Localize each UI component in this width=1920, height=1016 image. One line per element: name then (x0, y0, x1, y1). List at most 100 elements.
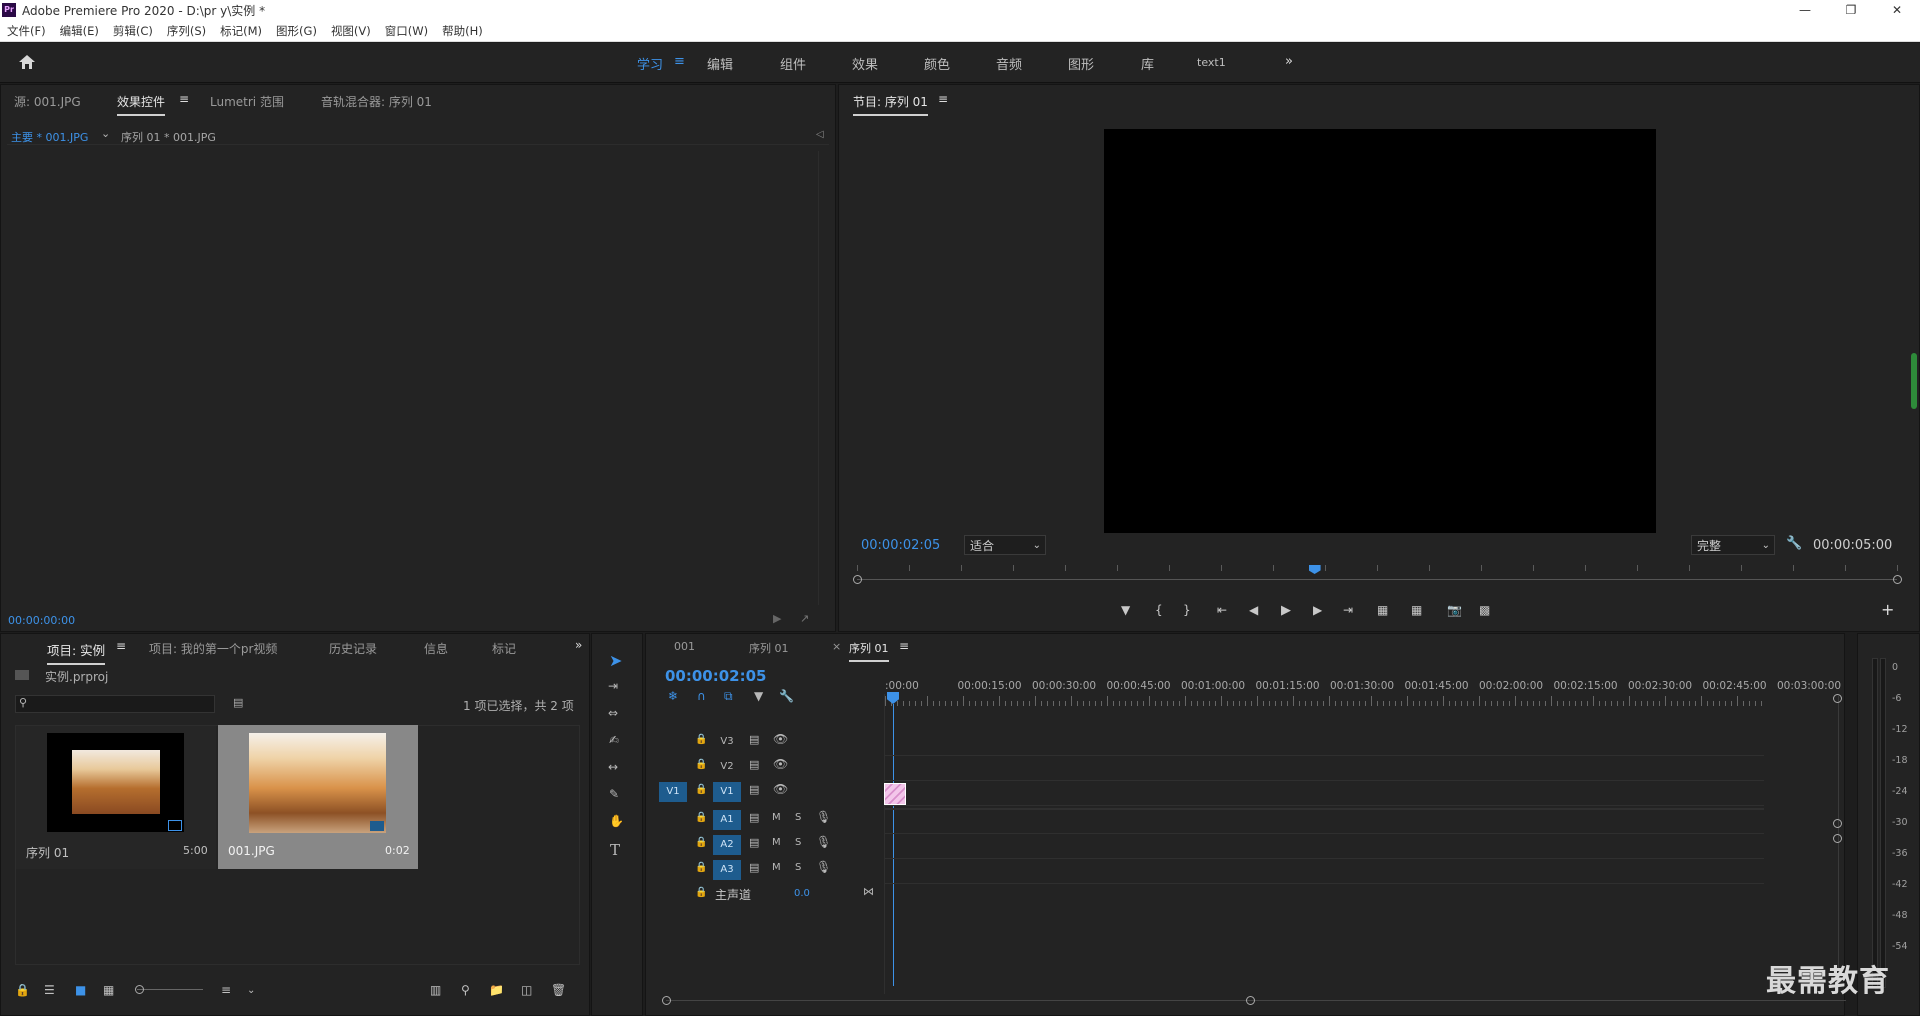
lock-icon[interactable]: 🔒 (695, 887, 707, 898)
timeline-tab-sequence-01-b[interactable]: 序列 01 (849, 640, 889, 662)
panel-overflow-icon[interactable]: » (575, 638, 582, 652)
microphone-icon[interactable]: 🎙 (816, 835, 831, 849)
razor-tool-icon[interactable]: ✍ (609, 733, 619, 747)
add-marker-icon[interactable]: ▼ (754, 689, 763, 703)
tab-project-main[interactable]: 项目: 实例 (47, 640, 106, 665)
tab-effect-controls[interactable]: 效果控件 (117, 93, 166, 116)
home-icon[interactable] (18, 54, 36, 70)
lock-icon[interactable]: 🔒 (15, 983, 30, 997)
menu-file[interactable]: 文件(F) (7, 23, 46, 39)
menu-view[interactable]: 视图(V) (331, 23, 371, 39)
sync-lock-icon[interactable]: ▤ (749, 811, 759, 824)
workspace-tab-learn[interactable]: 学习 (637, 54, 663, 73)
tab-markers[interactable]: 标记 (492, 640, 516, 657)
sync-lock-icon[interactable]: ▤ (749, 861, 759, 874)
go-to-out-icon[interactable]: ⇥ (1343, 603, 1353, 617)
track-select-tool-icon[interactable]: ⇥ (608, 679, 618, 693)
mute-button[interactable]: M (772, 862, 781, 873)
workspace-tab-effects[interactable]: 效果 (852, 54, 878, 73)
tab-lumetri-scopes[interactable]: Lumetri 范围 (210, 93, 284, 110)
track-target-a1[interactable]: A1 (713, 810, 741, 830)
lock-icon[interactable]: 🔒 (695, 812, 707, 823)
lock-icon[interactable]: 🔒 (695, 734, 707, 745)
play-icon[interactable]: ▶ (1281, 603, 1291, 618)
button-editor-plus-icon[interactable]: + (1881, 600, 1894, 619)
program-time-ruler[interactable] (857, 565, 1898, 575)
track-target-v1[interactable]: V1 (713, 782, 741, 802)
export-icon[interactable]: ↗ (800, 612, 809, 625)
sync-lock-icon[interactable]: ▤ (749, 733, 759, 746)
menu-sequence[interactable]: 序列(S) (167, 23, 206, 39)
program-zoom-bar[interactable] (857, 579, 1897, 580)
timeline-timecode[interactable]: 00:00:02:05 (665, 667, 767, 685)
zoom-handle-left[interactable] (853, 575, 862, 584)
hand-tool-icon[interactable]: ✋ (609, 814, 624, 828)
v-scroll-handle-bottom[interactable] (1833, 834, 1842, 843)
slip-tool-icon[interactable]: ↔ (608, 760, 618, 774)
project-search-input[interactable]: ⚲ (15, 695, 215, 713)
sync-lock-icon[interactable]: ▤ (749, 758, 759, 771)
workspace-tab-audio[interactable]: 音频 (996, 54, 1022, 73)
solo-button[interactable]: S (795, 837, 801, 848)
restore-icon[interactable]: ❐ (1828, 3, 1874, 17)
timeline-clip-001[interactable] (884, 783, 906, 805)
pen-tool-icon[interactable]: ✎ (609, 787, 619, 801)
snap-icon[interactable]: ∩ (697, 689, 706, 703)
new-item-icon[interactable]: ◫ (521, 983, 532, 997)
chevron-down-icon[interactable]: ⌄ (101, 127, 110, 140)
wrench-icon[interactable]: 🔧 (1786, 536, 1802, 551)
project-menu-icon[interactable]: ≡ (116, 639, 126, 653)
chevron-down-icon[interactable]: ⌄ (247, 985, 255, 996)
microphone-icon[interactable]: 🎙 (816, 860, 831, 874)
menu-window[interactable]: 窗口(W) (385, 23, 428, 39)
mark-in-icon[interactable]: { (1155, 603, 1163, 617)
workspace-tab-color[interactable]: 颜色 (924, 54, 950, 73)
export-frame-icon[interactable]: 📷 (1447, 603, 1462, 617)
timeline-tab-sequence-01-a[interactable]: 序列 01 (749, 640, 789, 656)
timeline-ruler[interactable]: :00:00 00:00:15:00 00:00:30:00 00:00:45:00 0… (885, 680, 1841, 708)
trash-icon[interactable]: 🗑 (551, 983, 566, 997)
microphone-icon[interactable]: 🎙 (816, 810, 831, 824)
project-item-image[interactable]: 001.JPG 0:02 (218, 725, 418, 869)
lock-icon[interactable]: 🔒 (695, 862, 707, 873)
mark-out-icon[interactable]: } (1183, 603, 1191, 617)
zoom-handle-right[interactable] (1893, 575, 1902, 584)
h-zoom-handle-left[interactable] (662, 996, 671, 1005)
go-to-in-icon[interactable]: ⇤ (1217, 603, 1227, 617)
eye-icon[interactable]: 👁 (773, 757, 788, 771)
master-clip-label[interactable]: 主要 * 001.JPG (11, 129, 88, 145)
quality-dropdown[interactable]: 完整 ⌄ (1691, 535, 1775, 555)
sort-icon[interactable]: ≡ (221, 983, 231, 997)
workspace-menu-icon[interactable]: ≡ (674, 54, 685, 69)
lock-icon[interactable]: 🔒 (695, 759, 707, 770)
nest-icon[interactable]: ❄ (668, 689, 678, 703)
workspace-tab-libraries[interactable]: 库 (1141, 54, 1154, 73)
list-view-icon[interactable]: ☰ (44, 983, 55, 997)
filter-icon[interactable]: ▶ (773, 612, 781, 625)
lift-icon[interactable]: ▦ (1377, 603, 1388, 617)
tab-audio-track-mixer[interactable]: 音轨混合器: 序列 01 (321, 93, 432, 110)
lock-icon[interactable]: 🔒 (695, 784, 707, 795)
source-patch-v1[interactable]: V1 (659, 782, 687, 802)
fit-dropdown[interactable]: 适合 ⌄ (964, 535, 1046, 555)
program-video-frame[interactable] (1104, 129, 1656, 533)
add-marker-icon[interactable]: ▼ (1121, 603, 1130, 617)
workspace-tab-custom[interactable]: text1 (1197, 56, 1226, 69)
workspace-tab-edit[interactable]: 编辑 (707, 54, 733, 73)
new-search-bin-icon[interactable]: ▤ (233, 696, 243, 709)
zoom-slider-handle[interactable] (135, 985, 144, 994)
timeline-menu-icon[interactable]: ≡ (899, 639, 909, 653)
selection-tool-icon[interactable]: ➤ (609, 651, 622, 670)
new-bin-icon[interactable]: 📁 (489, 983, 504, 997)
close-icon[interactable]: ✕ (1874, 3, 1920, 17)
eye-icon[interactable]: 👁 (773, 782, 788, 796)
menu-graphics[interactable]: 图形(G) (276, 23, 317, 39)
linked-selection-icon[interactable]: ⧉ (724, 689, 733, 704)
zoom-slider[interactable] (137, 989, 203, 990)
freeform-view-icon[interactable]: ▦ (103, 983, 114, 997)
v-scroll-handle-mid[interactable] (1833, 819, 1842, 828)
tab-history[interactable]: 历史记录 (329, 640, 377, 657)
type-tool-icon[interactable]: T (610, 841, 620, 859)
effect-controls-timecode[interactable]: 00:00:00:00 (8, 614, 75, 627)
minimize-icon[interactable]: — (1782, 3, 1828, 17)
